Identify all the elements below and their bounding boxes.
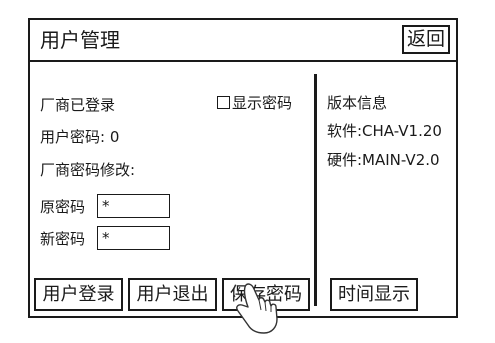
time-display-button[interactable]: 时间显示 — [330, 278, 418, 311]
user-logout-button[interactable]: 用户退出 — [128, 278, 217, 311]
page-title: 用户管理 — [40, 28, 120, 52]
software-version: 软件:CHA-V1.20 — [327, 122, 442, 140]
back-button[interactable]: 返回 — [402, 25, 450, 54]
user-login-button[interactable]: 用户登录 — [34, 278, 123, 311]
version-info-title: 版本信息 — [327, 94, 388, 112]
user-password-label: 用户密码: 0 — [40, 128, 120, 146]
old-password-label: 原密码 — [40, 198, 86, 216]
old-password-field[interactable]: * — [97, 194, 170, 218]
user-management-panel: 用户管理 返回 厂商已登录 显示密码 用户密码: 0 厂商密码修改: 原密码 *… — [28, 18, 458, 318]
new-password-label: 新密码 — [40, 230, 86, 248]
hardware-version: 硬件:MAIN-V2.0 — [327, 151, 440, 169]
vendor-password-change-label: 厂商密码修改: — [40, 161, 136, 179]
show-password-label[interactable]: 显示密码 — [232, 94, 292, 112]
new-password-field[interactable]: * — [97, 226, 170, 250]
vertical-divider — [314, 74, 317, 306]
header-bar: 用户管理 返回 — [30, 20, 456, 62]
vendor-login-status: 厂商已登录 — [40, 96, 116, 114]
tap-hand-icon — [233, 283, 278, 334]
show-password-checkbox[interactable] — [217, 96, 230, 109]
